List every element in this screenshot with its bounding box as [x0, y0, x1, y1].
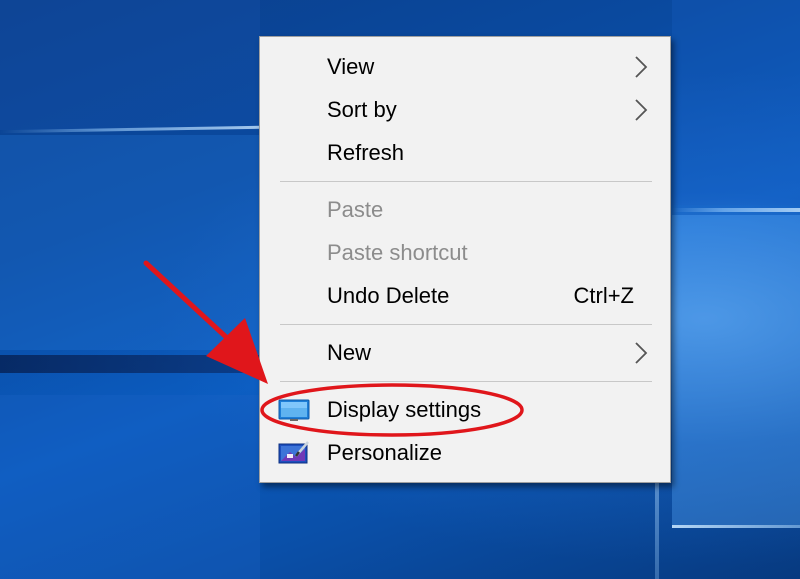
menu-item-label: Undo Delete	[327, 283, 450, 308]
menu-item-label: View	[327, 54, 375, 79]
menu-item-label: Display settings	[327, 397, 482, 422]
wallpaper-pane	[0, 395, 260, 579]
wallpaper-pane	[672, 0, 800, 205]
display-settings-icon	[278, 399, 310, 421]
menu-item-label: Paste shortcut	[327, 240, 468, 265]
menu-item-label: Refresh	[327, 140, 405, 165]
menu-item-refresh[interactable]: Refresh	[260, 132, 670, 174]
menu-item-sort-by[interactable]: Sort by	[260, 89, 670, 131]
menu-separator	[280, 324, 652, 325]
light-beam	[672, 525, 800, 528]
menu-separator	[280, 381, 652, 382]
wallpaper-pane	[672, 215, 800, 525]
menu-item-personalize[interactable]: Personalize	[260, 432, 670, 474]
wallpaper-pane	[0, 0, 260, 130]
personalize-icon	[278, 441, 309, 464]
menu-item-undo-delete[interactable]: Undo Delete Ctrl+Z	[260, 275, 670, 317]
desktop-context-menu: View Sort by Refresh Paste Paste shortcu…	[259, 36, 671, 483]
menu-item-label: Personalize	[327, 440, 442, 465]
wallpaper-pane	[0, 135, 260, 350]
menu-item-paste-shortcut[interactable]: Paste shortcut	[260, 232, 670, 274]
menu-item-label: Paste	[327, 197, 384, 222]
menu-item-label: Sort by	[327, 97, 397, 122]
menu-item-new[interactable]: New	[260, 332, 670, 374]
menu-separator	[280, 181, 652, 182]
menu-item-label: New	[327, 340, 372, 365]
chevron-right-icon	[635, 342, 648, 364]
menu-item-shortcut: Ctrl+Z	[573, 283, 635, 308]
light-beam	[0, 355, 260, 373]
light-beam	[672, 208, 800, 212]
menu-item-view[interactable]: View	[260, 46, 670, 88]
chevron-right-icon	[635, 99, 648, 121]
menu-item-display-settings[interactable]: Display settings	[260, 389, 670, 431]
chevron-right-icon	[635, 56, 648, 78]
menu-item-paste[interactable]: Paste	[260, 189, 670, 231]
